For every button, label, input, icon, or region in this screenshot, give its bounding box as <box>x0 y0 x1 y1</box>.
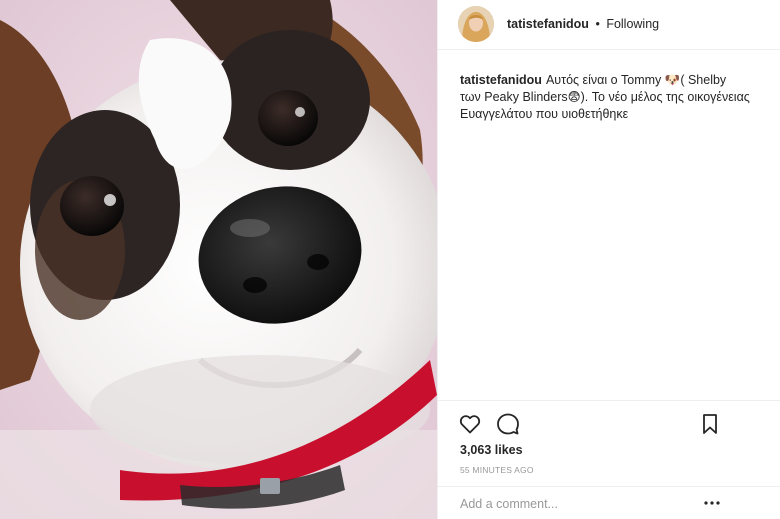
separator-dot: • <box>595 17 600 31</box>
avatar[interactable] <box>458 6 494 42</box>
header-text: tatistefanidou • Following <box>507 17 659 31</box>
following-button[interactable]: Following <box>606 17 659 31</box>
instagram-post: tatistefanidou • Following tatistefanido… <box>0 0 780 519</box>
username-link[interactable]: tatistefanidou <box>507 17 589 31</box>
more-options-icon[interactable] <box>702 497 722 509</box>
bookmark-icon[interactable] <box>698 412 722 436</box>
comment-input[interactable] <box>460 497 680 511</box>
post-header: tatistefanidou • Following <box>438 0 780 50</box>
caption-username-link[interactable]: tatistefanidou <box>460 73 542 87</box>
avatar-image <box>458 6 494 42</box>
comment-row <box>438 486 780 519</box>
dog-photo-illustration <box>0 0 437 519</box>
likes-count[interactable]: 3,063 likes <box>460 443 523 457</box>
heart-icon[interactable] <box>458 412 482 436</box>
action-bar: 3,063 likes 55 MINUTES AGO <box>438 400 780 519</box>
caption: tatistefanidou Αυτός είναι ο Tommy 🐶( She… <box>460 72 750 123</box>
post-sidebar: tatistefanidou • Following tatistefanido… <box>437 0 780 519</box>
post-photo[interactable] <box>0 0 437 519</box>
speech-bubble-icon[interactable] <box>496 412 520 436</box>
post-timestamp[interactable]: 55 MINUTES AGO <box>460 465 534 475</box>
